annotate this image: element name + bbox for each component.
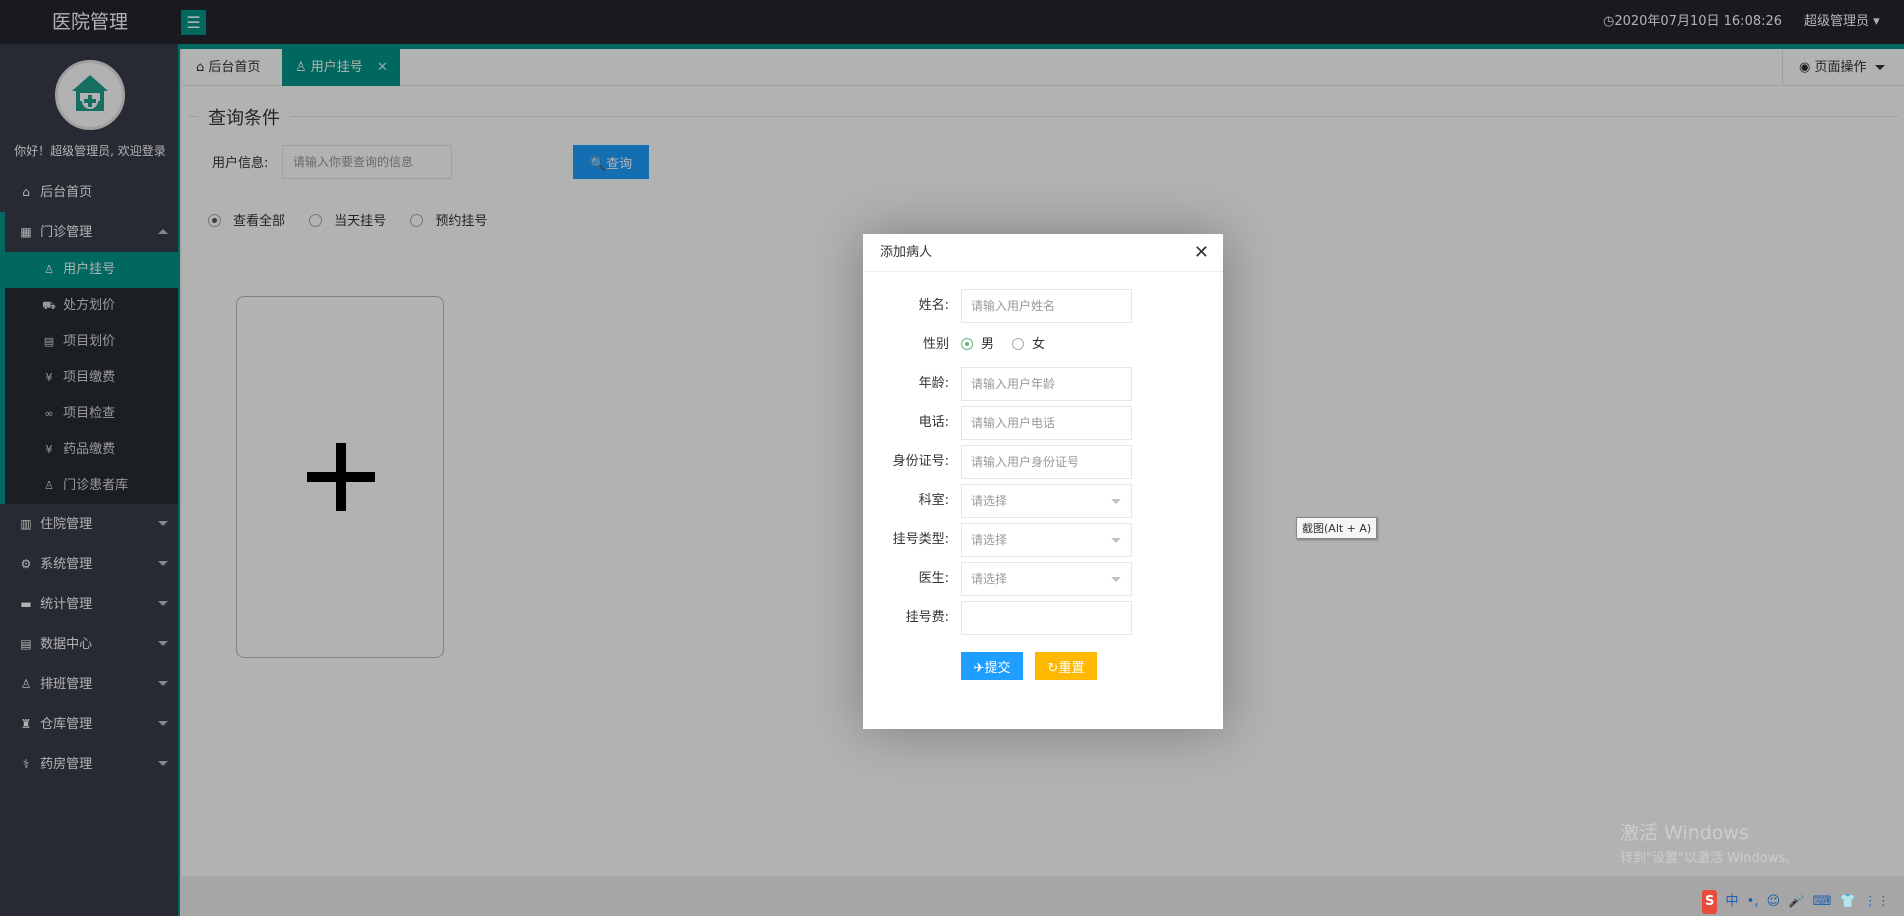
screenshot-tooltip: 截图(Alt + A) xyxy=(1296,517,1378,539)
name-label: 姓名: xyxy=(918,298,949,313)
gender-male-label: 男 xyxy=(981,337,995,352)
registration-type-select[interactable]: 请选择 xyxy=(961,523,1132,557)
system-tray: S 中 •, ☺ 🎤 ⌨ 👕 ⋮⋮ xyxy=(1702,890,1894,914)
gender-radio-group: 男 女 xyxy=(961,327,1059,363)
sogou-ime-icon[interactable]: S xyxy=(1702,890,1718,914)
gender-female-radio[interactable]: 女 xyxy=(1012,327,1045,363)
id-number-input[interactable] xyxy=(961,445,1132,479)
chevron-down-icon xyxy=(1111,577,1121,582)
fee-label: 挂号费: xyxy=(905,610,949,625)
toolbox-icon[interactable]: ⋮⋮ xyxy=(1864,890,1890,914)
name-input[interactable] xyxy=(961,289,1132,323)
age-input[interactable] xyxy=(961,367,1132,401)
emoji-icon[interactable]: ☺ xyxy=(1767,890,1781,914)
gender-male-radio[interactable]: 男 xyxy=(961,327,994,363)
department-label: 科室: xyxy=(918,493,949,508)
department-select-value: 请选择 xyxy=(971,494,1008,508)
form-row-name: 姓名: xyxy=(863,288,1223,324)
phone-input[interactable] xyxy=(961,406,1132,440)
department-select[interactable]: 请选择 xyxy=(961,484,1132,518)
form-row-registration-type: 挂号类型: 请选择 xyxy=(863,522,1223,558)
registration-type-select-value: 请选择 xyxy=(971,533,1008,547)
gender-female-label: 女 xyxy=(1032,337,1046,352)
close-icon[interactable]: ✕ xyxy=(1194,234,1209,272)
form-row-doctor: 医生: 请选择 xyxy=(863,561,1223,597)
ime-chinese-mode-icon[interactable]: 中 xyxy=(1726,890,1739,914)
radio-checked-icon xyxy=(961,338,973,350)
fee-input[interactable] xyxy=(961,601,1132,635)
microphone-icon[interactable]: 🎤 xyxy=(1788,890,1804,914)
submit-button[interactable]: ✈提交 xyxy=(961,652,1023,680)
watermark-line1: 激活 Windows xyxy=(1620,822,1749,844)
form-row-department: 科室: 请选择 xyxy=(863,483,1223,519)
dialog-header: 添加病人 ✕ xyxy=(863,234,1223,272)
radio-unchecked-icon xyxy=(1012,338,1025,350)
form-row-age: 年龄: xyxy=(863,366,1223,402)
punctuation-icon[interactable]: •, xyxy=(1747,890,1759,914)
doctor-select[interactable]: 请选择 xyxy=(961,562,1132,596)
keyboard-icon[interactable]: ⌨ xyxy=(1813,890,1832,914)
reset-button[interactable]: ↻重置 xyxy=(1035,652,1097,680)
age-label: 年龄: xyxy=(918,376,949,391)
windows-activation-watermark: 激活 Windows 转到"设置"以激活 Windows。 xyxy=(1620,818,1798,866)
dialog-title: 添加病人 xyxy=(880,245,933,260)
registration-type-label: 挂号类型: xyxy=(892,532,949,547)
id-number-label: 身份证号: xyxy=(892,454,949,469)
doctor-label: 医生: xyxy=(918,571,949,586)
phone-label: 电话: xyxy=(918,415,949,430)
form-row-phone: 电话: xyxy=(863,405,1223,441)
chevron-down-icon xyxy=(1111,538,1121,543)
add-patient-dialog: 添加病人 ✕ 姓名: 性别 男 女 年龄: 电话: 身份证号: 科室: 请选择 … xyxy=(863,234,1223,729)
form-row-id-number: 身份证号: xyxy=(863,444,1223,480)
gender-label: 性别 xyxy=(922,337,949,352)
skin-icon[interactable]: 👕 xyxy=(1840,890,1856,914)
doctor-select-value: 请选择 xyxy=(971,572,1008,586)
watermark-line2: 转到"设置"以激活 Windows。 xyxy=(1620,851,1799,866)
form-row-gender: 性别 男 女 xyxy=(863,327,1223,363)
form-row-fee: 挂号费: xyxy=(863,600,1223,636)
chevron-down-icon xyxy=(1111,499,1121,504)
